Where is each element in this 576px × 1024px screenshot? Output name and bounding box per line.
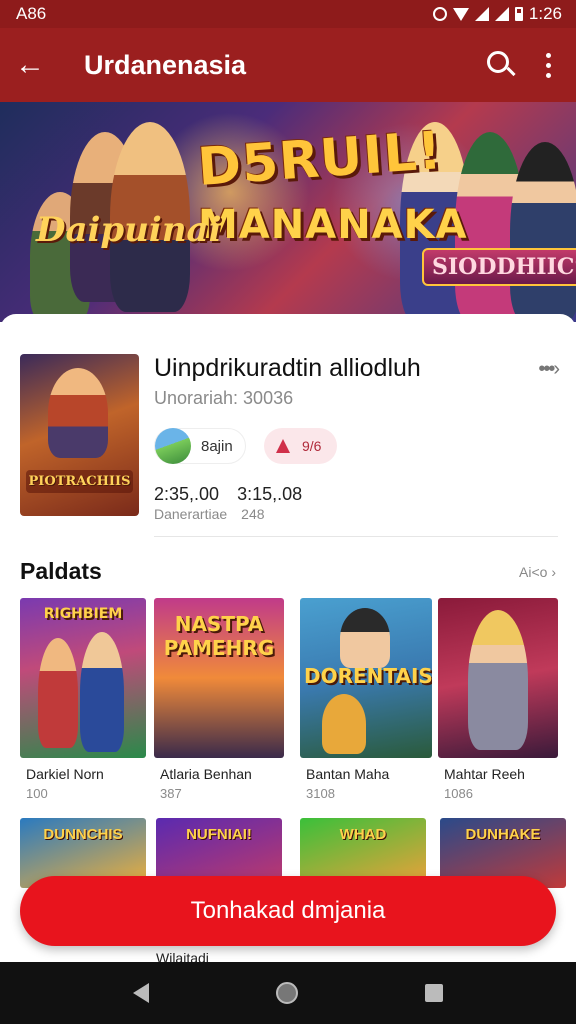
game-card-title: Mahtar Reeh (444, 766, 525, 782)
app-icon-character (48, 368, 108, 458)
more-options-button[interactable]: •••› (538, 358, 560, 381)
game-card-meta: 1086 (444, 786, 473, 801)
game-card-logo: DORENTAIS (304, 664, 432, 688)
game-card-character (38, 638, 78, 748)
more-vert-icon (545, 52, 551, 58)
rating-chip-label: 9/6 (302, 438, 322, 454)
game-card-meta: 100 (26, 786, 48, 801)
game-card[interactable]: NASTPA PAMEHRG Atlaria Benhan 387 (154, 598, 284, 808)
game-card-art: NASTPA PAMEHRG (154, 598, 284, 758)
app-bar-title: Urdanenasia (84, 49, 247, 80)
wifi-icon (452, 7, 469, 21)
arrow-left-icon: ← (15, 48, 45, 81)
status-bar: A86 1:26 (0, 0, 576, 28)
developer-chip[interactable]: 8ajin (154, 428, 246, 464)
game-card-art (438, 598, 558, 758)
search-icon (487, 51, 509, 73)
section-see-more-label: Ai<o (519, 564, 548, 580)
game-card[interactable]: DORENTAIS Bantan Maha 3108 (300, 598, 432, 808)
stat-1-value: 2:35,.00 (154, 484, 220, 504)
game-card[interactable]: Mahtar Reeh 1086 (438, 598, 558, 808)
game-card-meta: 387 (160, 786, 182, 801)
game-card-character (322, 694, 366, 754)
game-card-art: RIGHBIEM (20, 598, 146, 758)
game-card-title: Darkiel Norn (26, 766, 104, 782)
app-icon: PIOTRACHIIS (20, 354, 139, 516)
section-see-more-link[interactable]: Ai<o › (519, 564, 556, 580)
app-bar: ← Urdanenasia (0, 28, 576, 102)
game-card-logo: NASTPA PAMEHRG (163, 612, 275, 660)
game-card-logo: NUFNIAI! (186, 826, 252, 843)
game-card-character (468, 610, 528, 750)
search-button[interactable] (472, 37, 528, 93)
game-card[interactable]: RIGHBIEM Darkiel Norn 100 (20, 598, 146, 808)
app-info-header: PIOTRACHIIS Uinpdrikuradtin alliodluh Un… (20, 354, 560, 534)
alarm-icon (432, 7, 447, 21)
app-subtitle: Unorariah: 30036 (154, 388, 294, 408)
rating-icon (276, 439, 290, 453)
game-card-character (80, 632, 124, 752)
rating-chip[interactable]: 9/6 (264, 428, 338, 464)
banner-headline-line2: MANANAKA (198, 202, 468, 248)
status-time: 1:26 (528, 4, 562, 23)
game-card-logo: RIGHBIEM (43, 606, 123, 622)
search-icon-handle (506, 66, 516, 77)
game-card-art: DORENTAIS (300, 598, 432, 758)
stat-1-label: Danerartiae (154, 506, 228, 522)
nav-home-icon[interactable] (275, 982, 298, 1004)
status-icons: 1:26 (432, 4, 562, 24)
game-card-logo: DUNHAKE (465, 826, 541, 843)
app-name: Uinpdrikuradtin alliodluh (154, 354, 421, 382)
developer-chip-label: 8ajin (201, 437, 233, 455)
overflow-menu-button[interactable] (528, 37, 568, 93)
app-icon-logo: PIOTRACHIIS (26, 470, 133, 493)
signal-secondary-icon (494, 7, 509, 21)
stat-labels: Danerartiae 248 (154, 506, 265, 522)
status-left-text: A86 (16, 4, 47, 23)
install-button[interactable]: Tonhakad dmjania (20, 876, 556, 946)
signal-icon (474, 7, 489, 21)
game-card-title: Bantan Maha (306, 766, 390, 782)
stat-2-value: 3:15,.08 (237, 484, 303, 504)
game-card-title: Atlaria Benhan (160, 766, 252, 782)
battery-icon (514, 7, 523, 21)
app-bar-actions (472, 37, 576, 93)
more-vert-dot (545, 72, 551, 78)
banner-left-logo: Daipuinai (36, 210, 222, 250)
divider (154, 536, 558, 537)
developer-avatar (155, 428, 191, 464)
stat-2-label: 248 (241, 506, 265, 522)
more-vert-dot (545, 62, 551, 68)
game-card-character (340, 608, 390, 668)
banner-character (510, 142, 576, 322)
game-card-meta: 3108 (306, 786, 335, 801)
stat-values: 2:35,.00 3:15,.08 (154, 484, 302, 505)
nav-recents-icon[interactable] (424, 984, 443, 1002)
nav-back-icon[interactable] (133, 983, 150, 1003)
section-title: Paldats (20, 558, 102, 584)
system-nav-bar (0, 962, 576, 1024)
game-card-logo: WHAD (339, 826, 387, 843)
banner-right-logo: SIODDHIICS (422, 248, 576, 286)
back-button[interactable]: ← (0, 28, 60, 102)
game-card-logo: DUNNCHIS (43, 826, 123, 843)
